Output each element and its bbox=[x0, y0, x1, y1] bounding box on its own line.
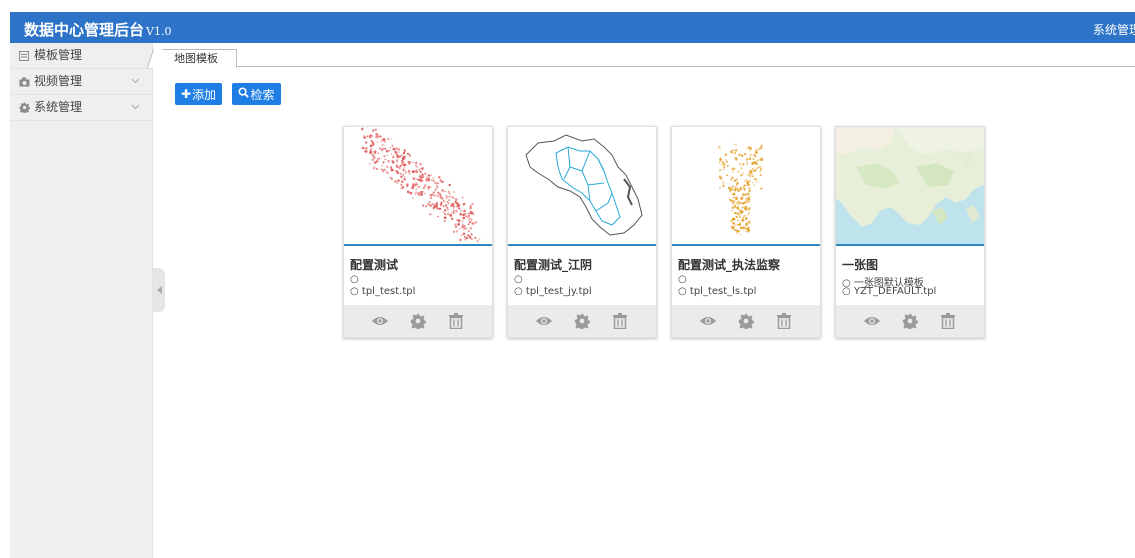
map-thumbnail[interactable] bbox=[836, 127, 984, 244]
tab-map-template[interactable]: 地图模板 bbox=[155, 49, 237, 68]
plus-icon: ✚ bbox=[180, 87, 192, 101]
card-title: 一张图 bbox=[842, 258, 879, 272]
template-card[interactable]: 配置测试 ○ ○ tpl_test.tpl bbox=[343, 126, 493, 338]
sidebar-collapse-handle[interactable] bbox=[153, 268, 165, 312]
gear-icon[interactable] bbox=[736, 311, 756, 331]
app-title-text: 数据中心管理后台 bbox=[24, 21, 145, 39]
map-thumbnail[interactable] bbox=[508, 127, 656, 244]
card-file-text: tpl_test.tpl bbox=[361, 286, 416, 297]
card-divider bbox=[508, 244, 656, 246]
gear-icon[interactable] bbox=[900, 311, 920, 331]
tab-bar: 地图模板 bbox=[153, 43, 1135, 68]
eye-icon[interactable] bbox=[370, 311, 390, 331]
card-file: ○ tpl_test.tpl bbox=[350, 286, 416, 297]
trash-icon[interactable] bbox=[774, 311, 794, 331]
template-card[interactable]: 一张图 ○ 一张图默认模板 ○ YZT_DEFAULT.tpl bbox=[835, 126, 985, 338]
card-title: 配置测试_执法监察 bbox=[678, 258, 781, 272]
trash-icon[interactable] bbox=[446, 311, 466, 331]
camera-icon bbox=[18, 76, 30, 88]
sidebar-item-label: 视频管理 bbox=[34, 74, 83, 88]
chevron-down-icon[interactable] bbox=[131, 69, 140, 94]
card-divider bbox=[672, 244, 820, 246]
sidebar-item-label: 模板管理 bbox=[34, 48, 83, 62]
app-version: V1.0 bbox=[146, 25, 172, 38]
card-file-text: tpl_test_jy.tpl bbox=[525, 286, 592, 297]
card-file: ○ tpl_test_jy.tpl bbox=[514, 286, 592, 297]
card-file: ○ YZT_DEFAULT.tpl bbox=[842, 286, 937, 297]
search-icon bbox=[238, 87, 250, 101]
card-title: 配置测试_江阴 bbox=[514, 258, 593, 272]
card-divider bbox=[836, 244, 984, 246]
app-root: 数据中心管理后台V1.0 系统管理 模板管理 视频管理 系统管理 bbox=[0, 0, 1135, 558]
card-actions bbox=[344, 305, 492, 337]
chevron-down-icon[interactable] bbox=[131, 95, 140, 120]
eye-icon[interactable] bbox=[698, 311, 718, 331]
sidebar-item-video[interactable]: 视频管理 bbox=[10, 69, 152, 95]
add-button-label: 添加 bbox=[192, 87, 217, 102]
card-actions bbox=[836, 305, 984, 337]
chevron-left-icon bbox=[156, 286, 162, 294]
gear-icon[interactable] bbox=[408, 311, 428, 331]
card-actions bbox=[672, 305, 820, 337]
trash-icon[interactable] bbox=[610, 311, 630, 331]
card-file: ○ tpl_test_ls.tpl bbox=[678, 286, 757, 297]
template-icon bbox=[18, 50, 30, 62]
sidebar-item-system[interactable]: 系统管理 bbox=[10, 95, 152, 121]
card-file-text: tpl_test_ls.tpl bbox=[689, 286, 757, 297]
card-title: 配置测试 bbox=[350, 258, 399, 272]
eye-icon[interactable] bbox=[534, 311, 554, 331]
card-description: ○ bbox=[350, 274, 359, 285]
gear-icon[interactable] bbox=[572, 311, 592, 331]
system-menu-link[interactable]: 系统管理 bbox=[1093, 21, 1135, 38]
template-card[interactable]: 配置测试_执法监察 ○ ○ tpl_test_ls.tpl bbox=[671, 126, 821, 338]
sidebar-item-templates[interactable]: 模板管理 bbox=[10, 43, 152, 69]
map-thumbnail[interactable] bbox=[344, 127, 492, 244]
add-button[interactable]: ✚ 添加 bbox=[175, 83, 222, 105]
card-file-text: YZT_DEFAULT.tpl bbox=[853, 286, 937, 297]
search-button[interactable]: 检索 bbox=[232, 83, 281, 105]
trash-icon[interactable] bbox=[938, 311, 958, 331]
card-actions bbox=[508, 305, 656, 337]
map-thumbnail[interactable] bbox=[672, 127, 820, 244]
search-button-label: 检索 bbox=[250, 87, 275, 102]
sidebar: 模板管理 视频管理 系统管理 bbox=[10, 43, 153, 558]
template-card[interactable]: 配置测试_江阴 ○ ○ tpl_test_jy.tpl bbox=[507, 126, 657, 338]
app-title: 数据中心管理后台 V1.0 bbox=[24, 19, 171, 40]
sidebar-item-label: 系统管理 bbox=[34, 100, 83, 114]
gear-icon bbox=[18, 102, 30, 114]
card-description: ○ bbox=[514, 274, 523, 285]
eye-icon[interactable] bbox=[862, 311, 882, 331]
top-bar: 数据中心管理后台V1.0 系统管理 bbox=[10, 12, 1135, 43]
card-divider bbox=[344, 244, 492, 246]
card-description: ○ bbox=[678, 274, 687, 285]
